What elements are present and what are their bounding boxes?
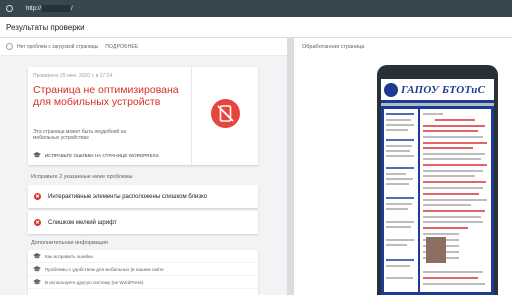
info-item-label: Как исправить ошибки	[45, 253, 93, 259]
checked-date: Проверено 29 июн. 2020 г. в 17:24	[33, 73, 113, 79]
fix-wordpress-link[interactable]: ИСПРАВЬТЕ ОШИБКИ НА СТРАНИЦЕ WORDPRESS	[33, 152, 159, 158]
fix-link-label: ИСПРАВЬТЕ ОШИБКИ НА СТРАНИЦЕ WORDPRESS	[45, 152, 159, 158]
result-card: Проверено 29 июн. 2020 г. в 17:24 Страни…	[28, 67, 258, 165]
status-text: Нет проблем с загрузкой страницы	[17, 43, 99, 50]
graduation-cap-icon	[33, 279, 41, 285]
issue-label: Интерактивные элементы расположены слишк…	[48, 193, 208, 200]
site-main-content	[420, 109, 491, 292]
right-panel: Обработанная страница ГАПОУ БТОТиС	[294, 38, 512, 295]
info-item-label: Проблемы с удобством для мобильных (в на…	[45, 266, 164, 272]
graduation-cap-icon	[33, 152, 41, 158]
top-bar: http:// /	[0, 0, 512, 17]
page-title: Результаты проверки	[6, 22, 85, 32]
error-icon	[34, 193, 41, 200]
details-link[interactable]: ПОДРОБНЕЕ	[105, 44, 138, 50]
url-suffix: /	[71, 5, 73, 12]
site-body	[381, 106, 494, 295]
verdict-title: Страница не оптимизирована для мобильных…	[33, 84, 179, 108]
graduation-cap-icon	[33, 253, 41, 259]
url-prefix: http://	[26, 5, 42, 12]
not-mobile-friendly-icon	[211, 99, 240, 128]
check-circle-icon	[6, 43, 13, 50]
info-heading: Дополнительная информация	[31, 240, 108, 246]
url-inspection-field[interactable]: http:// /	[26, 3, 73, 14]
panel-resize-handle[interactable]	[287, 38, 294, 295]
results-header: Результаты проверки	[0, 17, 512, 38]
url-redacted	[42, 5, 71, 12]
issue-tap-targets[interactable]: Интерактивные элементы расположены слишк…	[28, 185, 258, 208]
site-title: ГАПОУ БТОТиС	[401, 83, 486, 96]
info-item[interactable]: В используете другую систему (не WordPre…	[28, 276, 258, 289]
search-console-logo-icon	[6, 5, 13, 12]
info-item[interactable]: Как исправить ошибки	[28, 250, 258, 263]
info-item-label: В используете другую систему (не WordPre…	[45, 279, 144, 285]
site-sidebar	[384, 109, 418, 292]
rendered-page-screenshot[interactable]: ГАПОУ БТОТиС	[381, 79, 494, 295]
page-loading-status: Нет проблем с загрузкой страницы ПОДРОБН…	[0, 38, 287, 56]
rendered-page-label: Обработанная страница	[302, 44, 365, 50]
left-panel: Нет проблем с загрузкой страницы ПОДРОБН…	[0, 38, 287, 295]
site-header: ГАПОУ БТОТиС	[381, 79, 494, 103]
info-card: Как исправить ошибки Проблемы с удобство…	[28, 250, 258, 295]
graduation-cap-icon	[33, 266, 41, 272]
issue-small-font[interactable]: Слишком мелкий шрифт	[28, 211, 258, 234]
verdict-description: Эта страница может быть неудобной на моб…	[33, 129, 127, 141]
phone-preview: ГАПОУ БТОТиС	[377, 65, 498, 295]
site-logo-icon	[384, 82, 398, 97]
info-item[interactable]: Проблемы с удобством для мобильных (в на…	[28, 263, 258, 276]
issues-heading: Исправьте 2 указанные ниже проблемы	[31, 174, 133, 180]
error-icon	[34, 219, 41, 226]
site-photo	[426, 237, 446, 263]
card-divider	[191, 67, 192, 165]
issue-label: Слишком мелкий шрифт	[48, 219, 117, 226]
